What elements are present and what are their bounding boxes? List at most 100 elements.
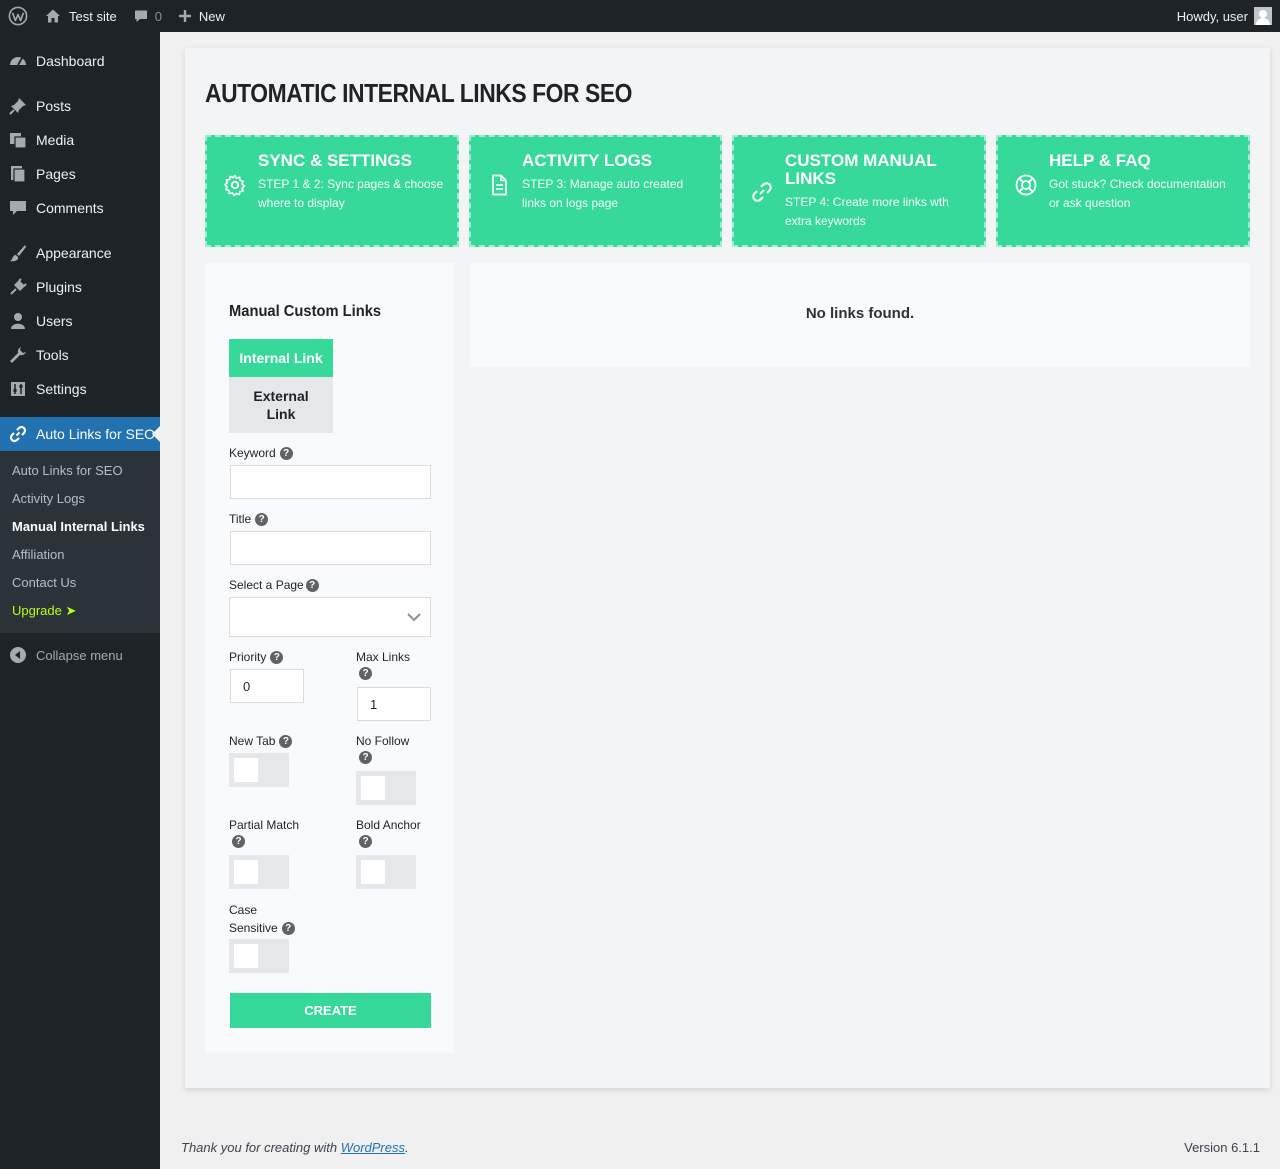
priority-input[interactable] [230,669,304,703]
tab-external-link[interactable]: External Link [229,377,333,433]
pages-icon [0,164,36,184]
new-tab-label-text: New Tab [229,734,276,748]
no-follow-toggle[interactable] [356,771,416,805]
pin-icon [0,96,36,116]
max-links-input[interactable] [357,687,431,721]
submenu-activity-logs[interactable]: Activity Logs [12,491,85,506]
card-activity-logs[interactable]: ACTIVITY LOGS STEP 3: Manage auto create… [469,135,722,247]
site-name: Test site [69,8,117,24]
case-sensitive-label: Case Sensitive? [229,901,301,937]
my-account-menu[interactable]: Howdy, user [1169,0,1280,32]
bold-anchor-label: Bold Anchor? [356,817,436,849]
submenu-affiliation[interactable]: Affiliation [12,547,65,562]
sidebar-item-label: Settings [36,381,87,397]
keyword-label: Keyword? [229,445,293,461]
sidebar-item-label: Comments [36,200,104,216]
page-select[interactable] [229,597,431,637]
comment-icon [0,198,36,218]
toggle-knob [234,758,258,782]
help-icon[interactable]: ? [359,835,372,848]
card-help-faq[interactable]: HELP & FAQ Got stuck? Check documentatio… [996,135,1250,247]
comments-count: 0 [154,8,162,24]
chevron-down-icon [407,613,421,622]
howdy-text: Howdy, user [1176,8,1248,24]
submenu-contact-us[interactable]: Contact Us [12,575,76,590]
help-icon[interactable]: ? [279,735,293,748]
sidebar-item-media[interactable]: Media [0,123,160,157]
comments-link[interactable]: 0 [125,0,170,32]
help-icon[interactable]: ? [232,835,245,848]
plus-icon [178,10,191,22]
select-page-label: Select a Page? [229,577,319,593]
new-label: New [198,8,225,24]
collapse-menu-button[interactable]: Collapse menu [0,638,160,672]
gear-icon [224,174,246,197]
wordpress-logo-button[interactable] [0,0,36,32]
priority-label: Priority? [229,649,284,665]
help-icon[interactable]: ? [305,579,319,592]
new-content-button[interactable]: New [170,0,233,32]
sidebar-item-posts[interactable]: Posts [0,89,160,123]
auto-links-submenu: Auto Links for SEO Activity Logs Manual … [0,451,160,633]
card-text: STEP 3: Manage auto created links on log… [522,177,684,210]
settings-icon [0,379,36,399]
home-icon [46,9,60,23]
sidebar-item-label: Media [36,132,75,148]
select-page-label-text: Select a Page [229,578,304,592]
sidebar-item-label: Pages [36,166,76,182]
title-input[interactable] [230,531,431,565]
priority-label-text: Priority [229,650,267,664]
sidebar-item-plugins[interactable]: Plugins [0,270,160,304]
keyword-label-text: Keyword [229,446,276,460]
toggle-knob [234,860,258,884]
wordpress-link[interactable]: WordPress [341,1140,405,1155]
keyword-input[interactable] [230,465,431,499]
new-tab-label: New Tab? [229,733,293,749]
help-icon[interactable]: ? [270,651,284,664]
bold-anchor-toggle[interactable] [356,855,416,889]
partial-match-toggle[interactable] [229,855,289,889]
sidebar-item-auto-links[interactable]: Auto Links for SEO [0,417,160,451]
help-icon[interactable]: ? [255,513,269,526]
page-title: AUTOMATIC INTERNAL LINKS FOR SEO [205,78,633,108]
plugin-main-panel: AUTOMATIC INTERNAL LINKS FOR SEO SYNC & … [185,48,1270,1088]
submenu-auto-links[interactable]: Auto Links for SEO [12,463,123,478]
help-icon[interactable]: ? [359,667,372,680]
media-icon [0,130,36,150]
sidebar-item-settings[interactable]: Settings [0,372,160,406]
tab-internal-link[interactable]: Internal Link [229,339,333,377]
no-follow-label: No Follow? [356,733,426,765]
help-icon[interactable]: ? [279,447,293,460]
sidebar-item-label: Posts [36,98,72,114]
sidebar-item-users[interactable]: Users [0,304,160,338]
sidebar-item-tools[interactable]: Tools [0,338,160,372]
card-title: CUSTOM MANUAL LINKS [785,151,937,188]
case-sensitive-label-text: Case Sensitive [229,903,278,935]
help-icon[interactable]: ? [281,922,295,935]
sidebar-item-label: Auto Links for SEO [36,426,156,442]
card-custom-manual-links[interactable]: CUSTOM MANUAL LINKS STEP 4: Create more … [732,135,986,247]
toggle-knob [361,860,385,884]
avatar [1254,7,1272,25]
partial-match-label-text: Partial Match [229,818,300,832]
toggle-knob [234,944,258,968]
admin-bar: Test site 0 New Howdy, user [0,0,1280,32]
sidebar-item-label: Appearance [36,245,112,261]
site-name-link[interactable]: Test site [36,0,125,32]
sidebar-item-comments[interactable]: Comments [0,191,160,225]
sidebar-item-pages[interactable]: Pages [0,157,160,191]
sidebar-item-appearance[interactable]: Appearance [0,236,160,270]
create-button[interactable]: CREATE [230,993,431,1028]
submenu-upgrade[interactable]: Upgrade ➤ [12,603,76,619]
new-tab-toggle[interactable] [229,753,289,787]
submenu-manual-internal-links[interactable]: Manual Internal Links [12,519,145,534]
tab-external-label: External Link [253,388,309,422]
lifebuoy-icon [1015,174,1037,196]
brush-icon [0,243,36,263]
sidebar-item-dashboard[interactable]: Dashboard [0,44,160,78]
card-sync-settings[interactable]: SYNC & SETTINGS STEP 1 & 2: Sync pages &… [205,135,459,247]
no-links-message: No links found. [805,305,915,322]
help-icon[interactable]: ? [359,751,372,764]
case-sensitive-toggle[interactable] [229,939,289,973]
title-label: Title? [229,511,269,527]
